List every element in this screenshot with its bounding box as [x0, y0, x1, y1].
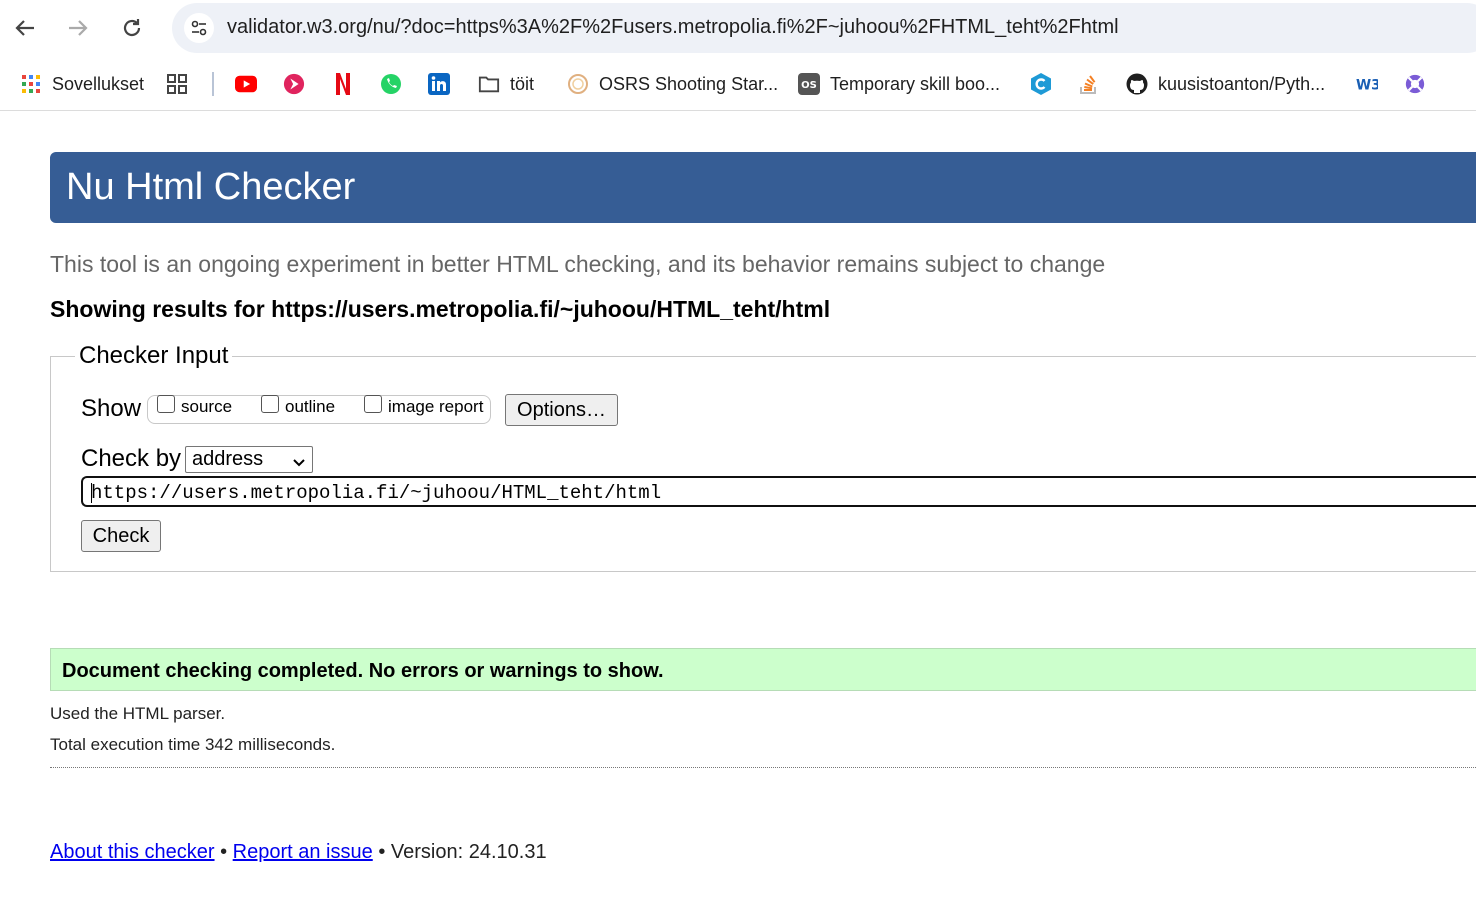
- svg-text:OS: OS: [801, 80, 817, 91]
- footer-separator: •: [378, 841, 386, 863]
- bookmark-label: Sovellukset: [52, 73, 145, 94]
- parser-info: Used the HTML parser.: [50, 704, 226, 723]
- address-bar[interactable]: validator.w3.org/nu/?doc=https%3A%2F%2Fu…: [172, 3, 1476, 53]
- bookmark-stackoverflow[interactable]: [1078, 70, 1110, 98]
- footer-separator: •: [220, 841, 228, 863]
- options-button[interactable]: Options…: [505, 394, 618, 426]
- forward-arrow-icon: [69, 20, 88, 36]
- folder-icon: [478, 73, 500, 95]
- bookmark-github-kuusistoanton[interactable]: kuusistoanton/Pyth...: [1126, 70, 1325, 98]
- bookmark-w3[interactable]: W3: [1356, 70, 1388, 98]
- show-source-checkbox[interactable]: source: [157, 395, 233, 417]
- linkedin-icon: [428, 73, 450, 95]
- page-header: Nu Html Checker: [50, 152, 1476, 223]
- about-checker-link[interactable]: About this checker: [50, 841, 215, 863]
- report-issue-link[interactable]: Report an issue: [233, 841, 373, 863]
- whatsapp-icon: [380, 73, 402, 95]
- play-red-icon: [283, 73, 305, 95]
- success-message-box: Document checking completed. No errors o…: [50, 648, 1476, 691]
- address-bar-url[interactable]: validator.w3.org/nu/?doc=https%3A%2F%2Fu…: [227, 16, 1119, 39]
- reload-icon: [123, 19, 141, 37]
- back-button[interactable]: [9, 12, 41, 44]
- execution-time: Total execution time 342 milliseconds.: [50, 735, 336, 754]
- success-message: Document checking completed. No errors o…: [62, 660, 664, 682]
- bookmark-label: OSRS Shooting Star...: [599, 73, 779, 94]
- document-url-input[interactable]: https://users.metropolia.fi/~juhoou/HTML…: [81, 476, 1476, 507]
- show-image-report-checkbox[interactable]: image report: [364, 395, 484, 417]
- divider: [50, 767, 1476, 768]
- bookmark-apps[interactable]: Sovellukset: [20, 70, 144, 98]
- browser-toolbar: validator.w3.org/nu/?doc=https%3A%2F%2Fu…: [0, 0, 1476, 58]
- results-for-heading: Showing results for https://users.metrop…: [50, 296, 831, 322]
- stackoverflow-icon: [1078, 73, 1100, 95]
- checker-input-fieldset: Checker Input Show source outline image …: [50, 342, 1476, 572]
- github-icon: [1126, 73, 1148, 95]
- version-text: Version: 24.10.31: [390, 841, 547, 863]
- document-url-value: https://users.metropolia.fi/~juhoou/HTML…: [91, 482, 662, 504]
- os-logo-icon: OS: [798, 73, 820, 95]
- bookmarks-separator: [212, 72, 214, 96]
- checkbox-box[interactable]: [157, 395, 175, 413]
- page-subtitle: This tool is an ongoing experiment in be…: [50, 251, 1106, 277]
- checkbox-label: outline: [285, 397, 336, 416]
- w3-icon: W3: [1356, 73, 1378, 95]
- tune-icon: [191, 20, 207, 36]
- site-info-button[interactable]: [184, 13, 214, 43]
- netflix-icon: [332, 73, 354, 95]
- check-by-select[interactable]: address: [185, 446, 313, 473]
- bookmark-tab-groups[interactable]: [166, 70, 198, 98]
- bookmark-youtube[interactable]: [235, 70, 267, 98]
- bookmark-lifebuoy[interactable]: [1404, 70, 1436, 98]
- bookmark-label: kuusistoanton/Pyth...: [1158, 73, 1326, 94]
- check-by-label: Check by: [81, 445, 182, 472]
- forward-button[interactable]: [62, 12, 94, 44]
- bookmark-osrs-shooting-star[interactable]: OSRS Shooting Star...: [567, 70, 778, 98]
- bookmark-linkedin[interactable]: [428, 70, 460, 98]
- checkbox-box[interactable]: [364, 395, 382, 413]
- bookmark-temporary-skill-boost[interactable]: OS Temporary skill boo...: [798, 70, 1000, 98]
- bookmarks-bar: Sovellukset töit OSRS Shooting Star... O…: [0, 58, 1476, 111]
- back-arrow-icon: [15, 20, 34, 36]
- star-ring-icon: [567, 73, 589, 95]
- svg-text:W3: W3: [1356, 78, 1378, 94]
- bookmark-play[interactable]: [283, 70, 315, 98]
- show-label: Show: [81, 395, 142, 422]
- youtube-icon: [235, 73, 257, 95]
- check-by-value: address: [192, 448, 264, 470]
- bookmark-netflix[interactable]: [332, 70, 364, 98]
- checkbox-box[interactable]: [261, 395, 279, 413]
- reload-button[interactable]: [116, 12, 148, 44]
- bookmark-c-hexagon[interactable]: [1030, 70, 1062, 98]
- show-options-group: source outline image report: [147, 395, 491, 424]
- chevron-down-icon: [292, 452, 306, 475]
- bookmark-folder-toit[interactable]: töit: [478, 70, 534, 98]
- text-caret: [91, 483, 92, 503]
- check-button[interactable]: Check: [81, 520, 161, 552]
- lifebuoy-icon: [1404, 73, 1426, 95]
- bookmark-whatsapp[interactable]: [380, 70, 412, 98]
- apps-grid-icon: [20, 73, 42, 95]
- bookmark-label: Temporary skill boo...: [830, 73, 1001, 94]
- tab-groups-icon: [166, 73, 188, 95]
- page-title: Nu Html Checker: [66, 166, 356, 208]
- footer: About this checker • Report an issue • V…: [50, 841, 547, 864]
- show-outline-checkbox[interactable]: outline: [261, 395, 336, 417]
- bookmark-label: töit: [510, 73, 535, 94]
- checkbox-label: image report: [388, 397, 484, 416]
- checkbox-label: source: [181, 397, 233, 416]
- checker-input-legend: Checker Input: [75, 342, 233, 370]
- c-hexagon-icon: [1030, 73, 1052, 95]
